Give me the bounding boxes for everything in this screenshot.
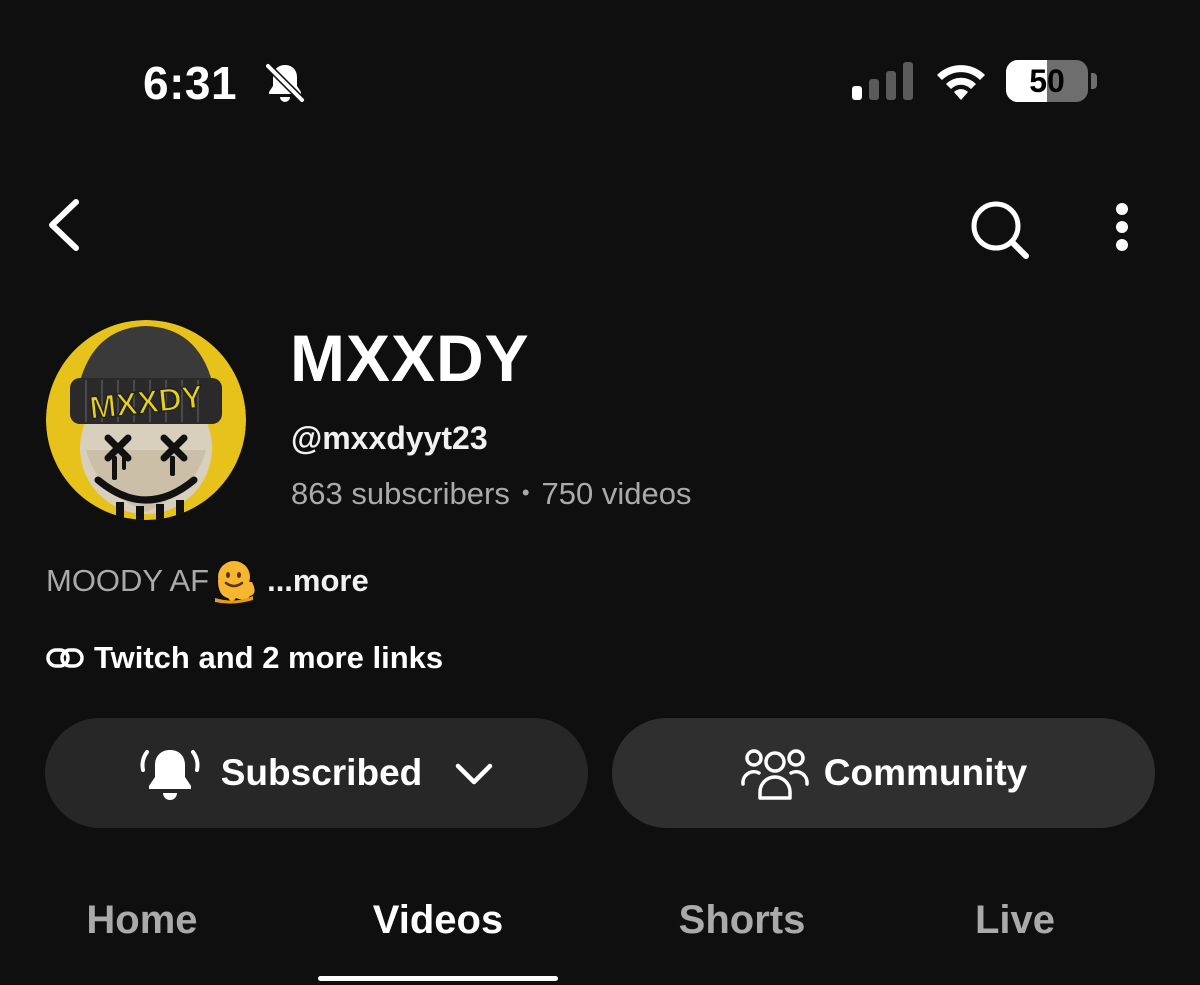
subscribed-label: Subscribed xyxy=(220,752,423,793)
active-tab-indicator xyxy=(318,976,558,981)
channel-stats: 863 subscribers • 750 videos xyxy=(291,474,692,517)
description-text: MOODY AF xyxy=(46,563,210,598)
wifi-icon xyxy=(937,65,985,100)
video-count: 750 videos xyxy=(541,476,692,511)
tab-shorts[interactable]: Shorts xyxy=(652,890,832,950)
chevron-down-icon xyxy=(456,763,493,785)
channel-links[interactable]: Twitch and 2 more links xyxy=(46,638,443,678)
avatar-smiley-beanie-image: MXXDY xyxy=(46,320,246,520)
community-label: Community xyxy=(823,752,1028,793)
channel-handle: @mxxdyyt23 xyxy=(291,420,488,456)
more-vertical-icon[interactable] xyxy=(1098,196,1146,262)
channel-avatar[interactable]: MXXDY xyxy=(46,320,246,520)
subscriber-count: 863 subscribers xyxy=(291,476,510,511)
link-icon xyxy=(46,648,84,668)
description-more-link[interactable]: ...more xyxy=(267,561,369,601)
battery-icon: 50 xyxy=(1006,60,1098,102)
back-chevron-icon[interactable] xyxy=(38,192,94,258)
cellular-signal-icon xyxy=(852,62,913,100)
tab-videos[interactable]: Videos xyxy=(348,890,528,950)
stats-separator: • xyxy=(521,480,530,505)
tab-live[interactable]: Live xyxy=(950,890,1080,950)
subscribed-button[interactable]: Subscribed xyxy=(45,718,588,828)
melting-face-emoji xyxy=(215,561,255,604)
search-icon[interactable] xyxy=(962,192,1036,266)
battery-percent: 50 xyxy=(1029,63,1065,99)
bell-icon xyxy=(140,750,200,800)
status-time: 6:31 xyxy=(143,57,238,109)
community-icon xyxy=(740,749,809,800)
channel-name: MXXDY xyxy=(290,321,530,395)
bell-slash-icon xyxy=(265,63,305,103)
tab-home[interactable]: Home xyxy=(62,890,222,950)
community-button[interactable]: Community xyxy=(612,718,1155,828)
links-label: Twitch and 2 more links xyxy=(94,640,444,675)
channel-description[interactable]: MOODY AF ...more xyxy=(46,558,369,604)
